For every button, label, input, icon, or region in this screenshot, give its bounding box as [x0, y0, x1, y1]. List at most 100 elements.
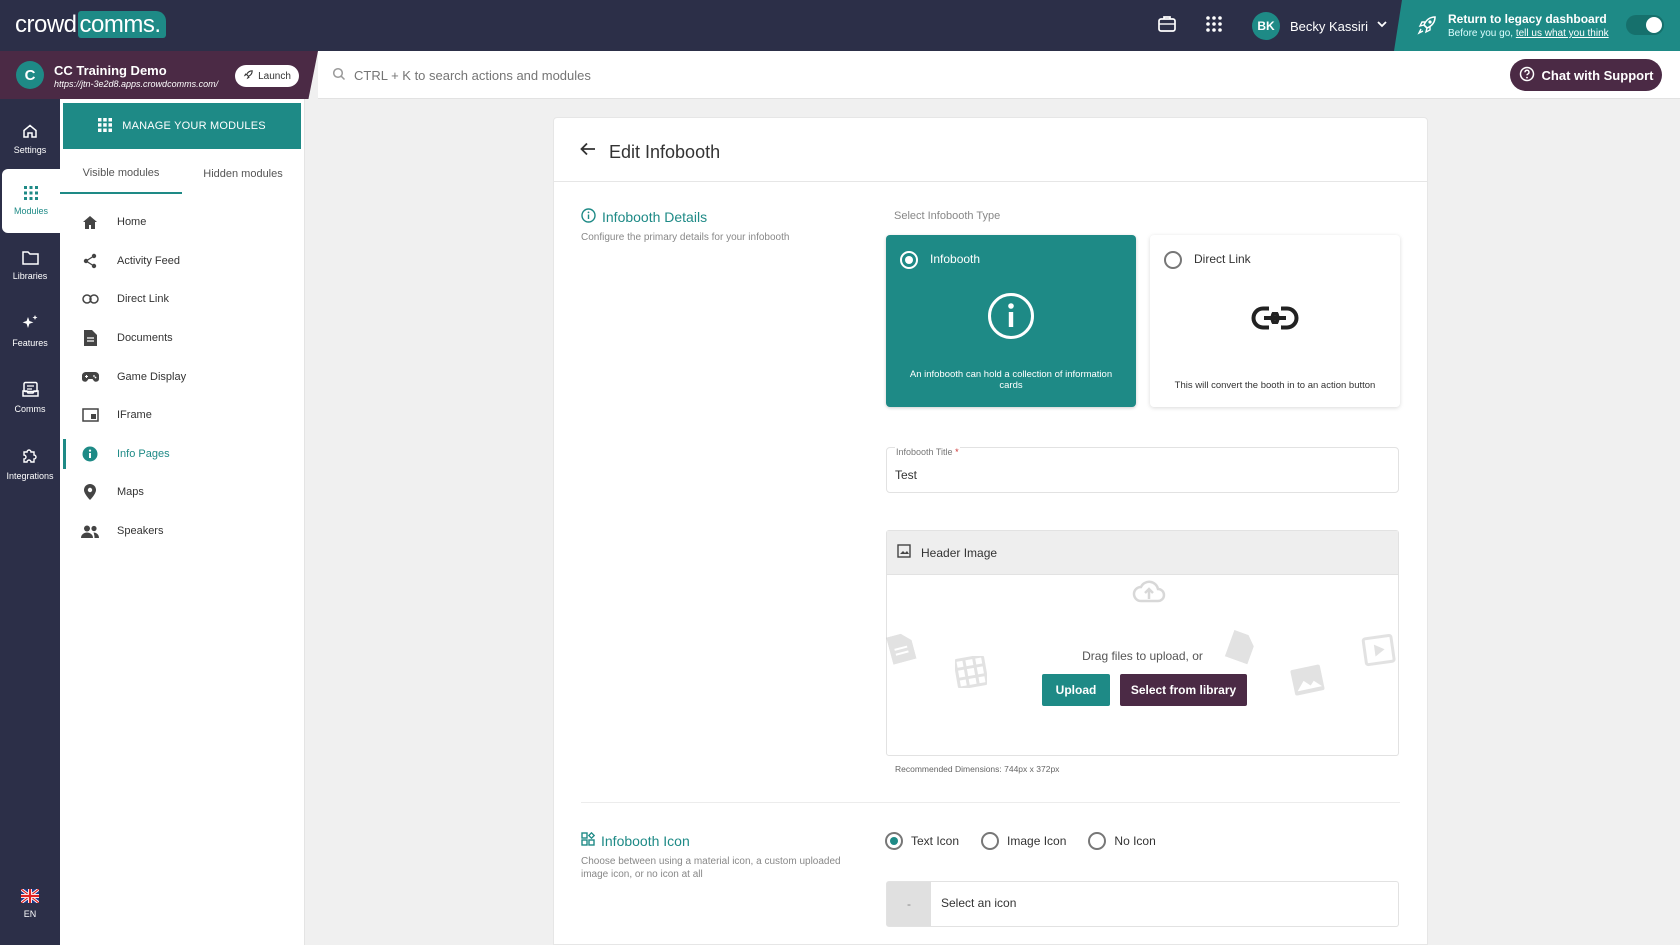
modules-tabs: Visible modules Hidden modules	[60, 154, 305, 194]
module-item-info-pages[interactable]: Info Pages	[60, 435, 305, 474]
module-label: Game Display	[117, 370, 187, 383]
infobooth-title-input[interactable]	[895, 466, 1375, 484]
module-label: IFrame	[117, 409, 152, 422]
module-item-maps[interactable]: Maps	[60, 473, 305, 512]
icon-option-label: Text Icon	[911, 834, 960, 848]
legacy-subtitle: Before you go, tell us what you think	[1448, 28, 1609, 39]
module-item-direct-link[interactable]: Direct Link	[60, 280, 305, 319]
infobooth-title-field: Infobooth Title *	[886, 447, 1399, 493]
rail-item-comms[interactable]: Comms	[0, 365, 60, 429]
recommended-dimensions: Recommended Dimensions: 744px x 372px	[895, 764, 1060, 774]
legacy-sub-text: Before you go,	[1448, 28, 1514, 39]
legacy-dashboard-banner[interactable]: Return to legacy dashboard Before you go…	[1394, 0, 1680, 51]
search-icon	[332, 67, 346, 86]
feedback-link[interactable]: tell us what you think	[1516, 28, 1609, 39]
user-name: Becky Kassiri	[1290, 18, 1369, 34]
gamepad-icon	[81, 368, 99, 386]
grid-icon	[24, 186, 38, 202]
rail-label: Integrations	[6, 471, 54, 481]
section-divider	[581, 802, 1400, 803]
module-label: Documents	[117, 332, 173, 345]
page-title: Edit Infobooth	[609, 142, 721, 162]
search-bar: Chat with Support	[318, 51, 1680, 99]
infobooth-icon-desc: Choose between using a material icon, a …	[581, 856, 841, 880]
user-menu[interactable]: BK Becky Kassiri	[1252, 11, 1388, 41]
rail-item-libraries[interactable]: Libraries	[0, 233, 60, 297]
radio-image-icon[interactable]	[981, 832, 1000, 850]
event-url[interactable]: https://jtn-3e2d8.apps.crowdcomms.com/	[54, 79, 218, 89]
home-icon	[81, 213, 99, 231]
help-icon	[1519, 66, 1535, 85]
toggle-knob	[1646, 17, 1662, 33]
share-icon	[81, 252, 99, 270]
iframe-icon	[81, 406, 99, 424]
radio-infobooth[interactable]	[900, 251, 918, 269]
people-icon	[81, 522, 99, 540]
map-pin-icon	[81, 483, 99, 501]
rail-item-settings[interactable]: Settings	[0, 107, 60, 171]
rail-item-features[interactable]: Features	[0, 299, 60, 363]
icon-select-field[interactable]: - Select an icon	[886, 881, 1399, 927]
infobooth-details-heading: Infobooth Details	[581, 208, 707, 226]
type-card-infobooth[interactable]: Infobooth An infobooth can hold a collec…	[886, 235, 1136, 407]
info-icon	[81, 445, 99, 463]
language-selector[interactable]: EN	[0, 887, 60, 919]
rail-label: Modules	[13, 206, 49, 216]
uk-flag-icon	[20, 887, 40, 905]
module-item-activity-feed[interactable]: Activity Feed	[60, 242, 305, 281]
drag-files-text: Drag files to upload, or	[1082, 649, 1203, 663]
icon-option-none[interactable]: No Icon	[1088, 832, 1156, 850]
crowdcomms-logo[interactable]: crowd comms.	[15, 11, 166, 39]
radio-direct-link[interactable]	[1164, 251, 1182, 269]
field-label-text: Infobooth Title	[896, 447, 953, 457]
rail-item-modules[interactable]: Modules	[2, 169, 60, 233]
module-item-documents[interactable]: Documents	[60, 319, 305, 358]
header-image-upload[interactable]: Header Image Drag files to upload, or Up…	[886, 530, 1399, 756]
type-card-direct-link[interactable]: Direct Link This will convert the booth …	[1150, 235, 1400, 407]
module-item-home[interactable]: Home	[60, 203, 305, 242]
chevron-down-icon	[1376, 17, 1388, 35]
radio-no-icon[interactable]	[1088, 832, 1107, 850]
launch-button[interactable]: Launch	[235, 65, 299, 87]
link-icon	[81, 290, 99, 308]
select-from-library-button[interactable]: Select from library	[1120, 674, 1247, 706]
rocket-icon	[1416, 14, 1438, 41]
rail-item-integrations[interactable]: Integrations	[0, 432, 60, 496]
infobooth-icon-heading: Infobooth Icon	[581, 831, 690, 849]
module-item-game-display[interactable]: Game Display	[60, 357, 305, 396]
avatar: BK	[1252, 12, 1280, 40]
info-circle-icon	[987, 292, 1035, 345]
icon-option-label: Image Icon	[1007, 834, 1067, 848]
type-desc: An infobooth can hold a collection of in…	[909, 369, 1113, 391]
back-arrow-icon[interactable]	[580, 141, 596, 162]
select-type-label: Select Infobooth Type	[894, 210, 1001, 222]
upload-button[interactable]: Upload	[1042, 674, 1110, 706]
search-input[interactable]	[354, 63, 954, 87]
legacy-toggle[interactable]	[1626, 15, 1664, 35]
tab-visible-modules[interactable]: Visible modules	[60, 154, 182, 194]
top-bar: crowd comms. BK Becky Kassiri Return to l…	[0, 0, 1680, 51]
header-image-title: Header Image	[921, 545, 998, 560]
apps-grid-icon	[98, 117, 113, 135]
language-code: EN	[23, 909, 37, 919]
type-name: Direct Link	[1194, 252, 1251, 266]
type-name: Infobooth	[930, 252, 981, 266]
manage-modules-label: MANAGE YOUR MODULES	[122, 120, 266, 132]
apps-grid-icon[interactable]	[1204, 14, 1226, 36]
icon-option-text[interactable]: Text Icon	[885, 832, 959, 850]
radio-text-icon[interactable]	[885, 832, 903, 850]
info-outline-icon	[581, 208, 596, 226]
module-item-speakers[interactable]: Speakers	[60, 512, 305, 551]
rocket-icon	[243, 69, 254, 83]
manage-modules-button[interactable]: MANAGE YOUR MODULES	[63, 103, 301, 149]
icon-option-image[interactable]: Image Icon	[981, 832, 1066, 850]
icon-select-placeholder: Select an icon	[941, 896, 1017, 910]
event-bar: C CC Training Demo https://jtn-3e2d8.app…	[0, 51, 318, 99]
briefcase-icon[interactable]	[1157, 14, 1179, 36]
header-image-heading: Header Image	[887, 531, 1398, 575]
module-item-iframe[interactable]: IFrame	[60, 396, 305, 435]
chat-support-button[interactable]: Chat with Support	[1510, 59, 1662, 91]
tab-hidden-modules[interactable]: Hidden modules	[182, 154, 304, 194]
module-label: Speakers	[117, 525, 164, 538]
legacy-title: Return to legacy dashboard	[1448, 12, 1607, 26]
